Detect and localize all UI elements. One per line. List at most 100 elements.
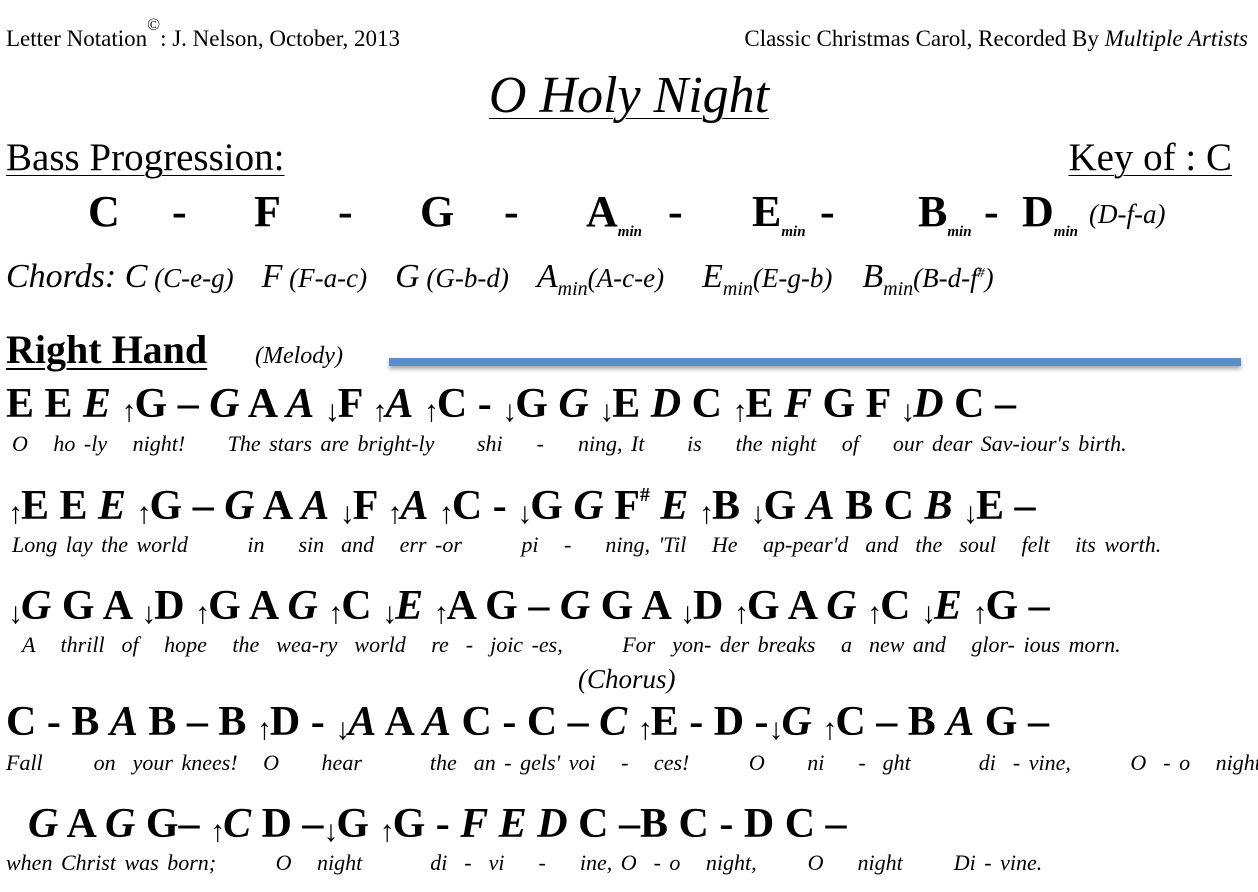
note-dash: – bbox=[1014, 483, 1036, 529]
note-italic: A bbox=[385, 381, 414, 427]
chord-triad: (E-g-b) bbox=[752, 263, 833, 293]
note: C bbox=[341, 583, 372, 629]
note-italic: A bbox=[301, 483, 330, 529]
note-dash: – bbox=[1028, 583, 1050, 629]
arrow-down-icon: ↓ bbox=[900, 395, 916, 428]
note: C bbox=[880, 583, 911, 629]
lyrics-line: Fall on your knees! O hear the an - gels… bbox=[6, 750, 1258, 775]
chorus-label: (Chorus) bbox=[578, 664, 676, 694]
arrow-up-icon: ↑ bbox=[8, 497, 23, 530]
copyright-symbol: © bbox=[147, 15, 161, 34]
bass-note: C bbox=[88, 186, 120, 237]
note: B bbox=[71, 699, 100, 745]
note-italic: A bbox=[348, 699, 377, 745]
bass-note-triad: (D-f-a) bbox=[1088, 199, 1166, 229]
bass-note-quality: min bbox=[781, 224, 806, 240]
bass-note: Dmin (D-f-a) bbox=[1022, 186, 1166, 240]
note-dash: - bbox=[46, 699, 61, 745]
note-italic: A bbox=[422, 699, 451, 745]
note: G bbox=[134, 381, 168, 427]
song-title-container: O Holy Night bbox=[0, 66, 1258, 125]
melody-label: (Melody) bbox=[255, 343, 343, 369]
attribution-right: Classic Christmas Carol, Recorded By Mul… bbox=[744, 26, 1248, 52]
note: B bbox=[218, 699, 247, 745]
note: D bbox=[693, 583, 724, 629]
note: G bbox=[985, 583, 1019, 629]
note: C bbox=[883, 483, 914, 529]
note: E bbox=[745, 381, 774, 427]
note-italic: F bbox=[460, 801, 489, 847]
notes-line: ↓G G A ↓D ↑G A G ↑C ↓E ↑A G – G G A ↓D ↑… bbox=[8, 582, 1050, 630]
note: E bbox=[6, 381, 35, 427]
note-dash: - bbox=[689, 699, 704, 745]
note-italic: E bbox=[498, 801, 527, 847]
note: F bbox=[337, 381, 362, 427]
note: G– bbox=[145, 801, 200, 847]
note-dash: - bbox=[754, 699, 769, 745]
note-italic: D bbox=[650, 381, 682, 427]
note-dash: – bbox=[177, 381, 199, 427]
note: G bbox=[392, 801, 426, 847]
bass-note: G bbox=[420, 186, 454, 237]
bass-note-quality: min bbox=[947, 224, 972, 240]
arrow-up-icon: ↑ bbox=[328, 597, 344, 630]
arrow-down-icon: ↓ bbox=[339, 497, 355, 530]
note-dash: - bbox=[435, 801, 450, 847]
lyrics-line: A thrill of hope the wea-ry world re - j… bbox=[22, 632, 1121, 657]
note: B bbox=[845, 483, 874, 529]
note-italic: A bbox=[109, 699, 138, 745]
note-dash: - bbox=[310, 699, 325, 745]
note: G bbox=[208, 583, 241, 629]
arrow-up-icon: ↑ bbox=[733, 597, 749, 630]
carol-description: Classic Christmas Carol, Recorded By bbox=[744, 26, 1105, 51]
arrow-down-icon: ↓ bbox=[920, 597, 936, 630]
right-hand-heading: Right Hand bbox=[6, 327, 208, 372]
chords-list: Chords: C (C-e-g) F (F-a-c) G (G-b-d) Amin(… bbox=[6, 258, 994, 300]
chord-name: F bbox=[261, 258, 283, 295]
note: A bbox=[248, 583, 277, 629]
arrow-up-icon: ↑ bbox=[637, 713, 653, 746]
arrow-up-icon: ↑ bbox=[972, 597, 988, 630]
notes-line: E E E ↑G – G A A ↓F ↑A ↑C - ↓G G ↓E D C … bbox=[6, 380, 1016, 428]
arrow-up-icon: ↑ bbox=[379, 815, 395, 848]
chord-quality: min bbox=[883, 278, 914, 300]
note-italic: G bbox=[209, 381, 240, 427]
note: B bbox=[711, 483, 740, 529]
note-italic: G bbox=[558, 381, 589, 427]
note-italic: G bbox=[224, 483, 255, 529]
note: C bbox=[691, 381, 722, 427]
chord-triad: (C-e-g) bbox=[147, 263, 234, 293]
note: A bbox=[384, 699, 413, 745]
chord-quality: min bbox=[557, 278, 588, 300]
arrow-up-icon: ↑ bbox=[121, 395, 137, 428]
bass-note-letter: A bbox=[586, 187, 618, 236]
note: A bbox=[102, 583, 131, 629]
section-divider-bar bbox=[389, 358, 1241, 366]
note-italic: G bbox=[105, 801, 136, 847]
sharp-sign: # bbox=[977, 266, 985, 281]
notes-line: ↑E E E ↑G – G A A ↓F ↑A ↑C - ↓G G F# E ↑… bbox=[8, 482, 1036, 530]
note-italic: A bbox=[286, 381, 315, 427]
author-date: : J. Nelson, October, 2013 bbox=[160, 26, 400, 51]
note: A bbox=[641, 583, 670, 629]
chord-triad: (A-c-e) bbox=[587, 263, 665, 293]
note: E bbox=[650, 699, 679, 745]
arrow-up-icon: ↑ bbox=[256, 713, 272, 746]
arrow-down-icon: ↓ bbox=[324, 395, 340, 428]
arrow-up-icon: ↑ bbox=[433, 597, 449, 630]
chord-triad: (G-b-d) bbox=[419, 263, 509, 293]
note: G bbox=[530, 483, 563, 529]
note-dash: – bbox=[528, 583, 550, 629]
chord: Amin(A-c-e) bbox=[537, 258, 665, 300]
arrow-up-icon: ↑ bbox=[195, 597, 211, 630]
note: D bbox=[154, 583, 185, 629]
lyrics-line: Long lay the world in sin and err -or pi… bbox=[12, 532, 1162, 557]
lyrics-line: when Christ was born; O night di - vi - … bbox=[6, 850, 1043, 875]
note-dash: – bbox=[876, 699, 898, 745]
note: F bbox=[614, 483, 640, 529]
attribution-left: Letter Notation©: J. Nelson, October, 20… bbox=[6, 15, 400, 52]
arrow-down-icon: ↓ bbox=[517, 497, 533, 530]
note-dash: – bbox=[302, 801, 324, 847]
artist-name: Multiple Artists bbox=[1104, 26, 1248, 51]
note: G bbox=[763, 483, 797, 529]
